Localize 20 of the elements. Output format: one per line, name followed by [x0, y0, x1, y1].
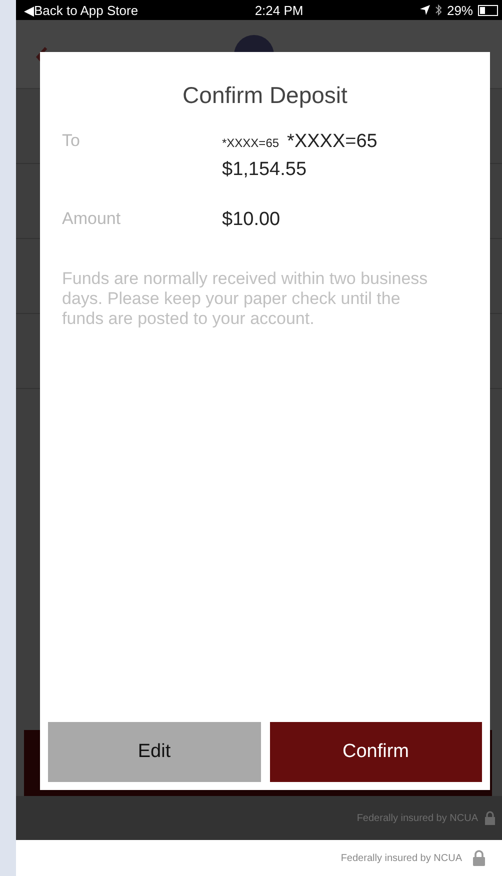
account-number: *XXXX=65 — [287, 131, 378, 153]
amount-value: $10.00 — [222, 209, 280, 231]
battery-icon — [478, 4, 498, 16]
battery-percent: 29% — [446, 2, 473, 18]
dialog-title: Confirm Deposit — [182, 82, 348, 109]
field-label: To — [62, 131, 81, 152]
account-balance: $1,154.55 — [222, 159, 308, 181]
field-label: Amount — [62, 209, 122, 230]
bluetooth-icon — [434, 4, 442, 16]
edit-button[interactable]: Edit — [48, 722, 260, 782]
back-to-app-store-link[interactable]: ◀Back to App Store — [24, 2, 138, 18]
confirm-button[interactable]: Confirm — [270, 722, 482, 782]
lock-icon — [472, 850, 486, 866]
location-arrow-icon — [420, 5, 430, 15]
deposit-note: Funds are normally received within two business days. Please keep your paper check until the funds are posted to your account. — [61, 269, 429, 330]
lock-icon — [484, 811, 496, 825]
clock-time: 2:24 PM — [254, 2, 304, 18]
insured-note: Federally insured by NCUA — [356, 812, 478, 824]
insured-note: Federally insured by NCUA — [340, 852, 462, 864]
account-number: *XXXX=65 — [222, 136, 280, 150]
